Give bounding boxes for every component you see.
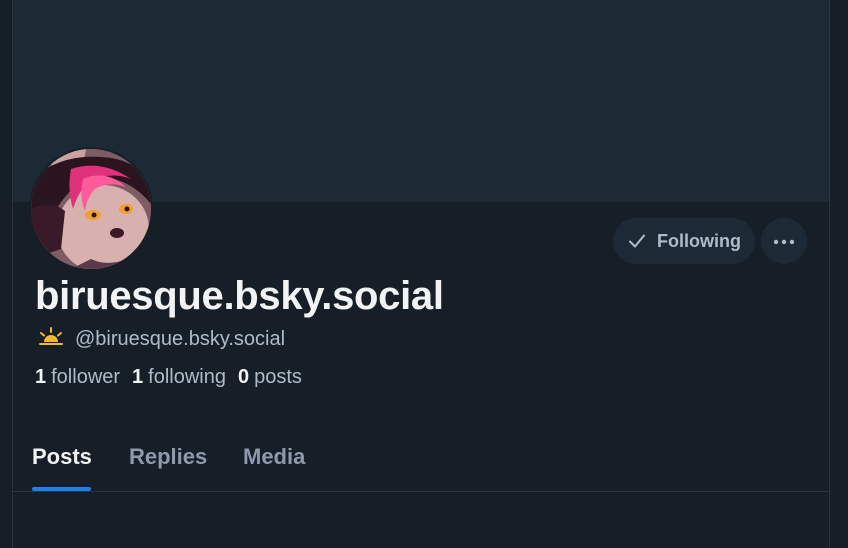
checkmark-icon bbox=[627, 231, 647, 251]
following-count: 1 bbox=[132, 365, 144, 388]
following-stat[interactable]: 1 following bbox=[132, 366, 226, 389]
followers-count: 1 bbox=[35, 365, 47, 388]
followers-stat[interactable]: 1 follower bbox=[35, 366, 120, 389]
following-button[interactable]: Following bbox=[613, 218, 755, 264]
profile-stats: 1 follower 1 following 0 posts bbox=[35, 364, 302, 390]
tab-replies[interactable]: Replies bbox=[129, 444, 207, 470]
avatar-image bbox=[31, 149, 151, 269]
handle-row: @biruesque.bsky.social bbox=[37, 326, 285, 352]
profile-tabs: Posts Replies Media bbox=[13, 430, 829, 492]
tab-media[interactable]: Media bbox=[243, 444, 305, 470]
posts-label: posts bbox=[254, 365, 302, 388]
profile-display-name: biruesque.bsky.social bbox=[35, 274, 444, 318]
profile-handle[interactable]: @biruesque.bsky.social bbox=[75, 328, 285, 351]
following-label: following bbox=[148, 365, 226, 388]
followers-label: follower bbox=[51, 365, 121, 388]
tab-posts[interactable]: Posts bbox=[32, 444, 92, 470]
profile-page: Following biruesque.bsky.social @biruesq… bbox=[0, 0, 848, 548]
following-button-label: Following bbox=[657, 230, 741, 251]
sun-horizon-icon bbox=[37, 326, 65, 352]
more-options-button[interactable] bbox=[761, 218, 807, 264]
posts-stat: 0 posts bbox=[238, 366, 302, 389]
profile-column: Following biruesque.bsky.social @biruesq… bbox=[12, 0, 830, 548]
more-dots-icon bbox=[773, 232, 795, 250]
posts-count: 0 bbox=[238, 365, 250, 388]
avatar[interactable] bbox=[29, 147, 153, 271]
active-tab-indicator bbox=[32, 487, 91, 491]
